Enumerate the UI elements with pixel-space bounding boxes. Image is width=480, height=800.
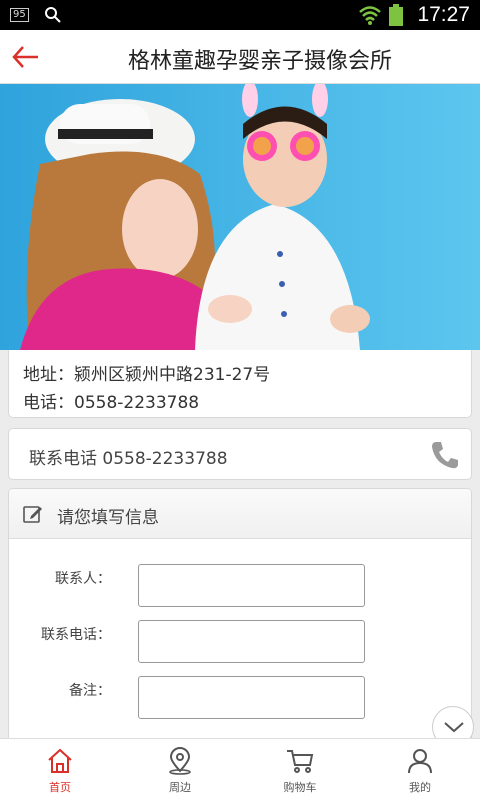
wifi-icon	[359, 6, 381, 25]
status-bar: 95 17:27	[0, 0, 480, 30]
user-icon	[408, 749, 432, 774]
notification-badge: 95	[10, 8, 29, 22]
contact-phone-input[interactable]	[138, 620, 365, 663]
call-phone-button[interactable]: 联系电话 0558-2233788	[8, 428, 472, 480]
contact-phone-label: 联系电话 0558-2233788	[29, 449, 228, 469]
tab-mine-label: 我的	[409, 781, 431, 794]
form-header: 请您填写信息	[9, 489, 471, 539]
battery-icon	[389, 4, 403, 26]
edit-icon	[23, 506, 42, 523]
banner-photo	[0, 84, 480, 350]
tab-cart[interactable]: 购物车	[240, 739, 360, 800]
phone-icon	[432, 442, 458, 469]
tab-nearby[interactable]: 周边	[120, 739, 240, 800]
cart-icon	[287, 750, 314, 773]
remarks-label: 备注：	[69, 683, 111, 699]
contact-phone-field-label: 联系电话：	[41, 627, 111, 643]
bottom-tab-bar: 首页 周边 购物车 我的	[0, 738, 480, 800]
banner-image	[0, 84, 480, 350]
form-title: 请您填写信息	[57, 508, 159, 528]
store-phone: 电话：0558-2233788	[23, 393, 200, 413]
info-form: 请您填写信息 联系人： 联系电话： 备注：	[8, 488, 472, 748]
remarks-input[interactable]	[138, 676, 365, 719]
store-address: 地址：颍州区颍州中路231-27号	[23, 365, 271, 385]
back-arrow-icon[interactable]	[10, 42, 42, 72]
store-info-card: 地址：颍州区颍州中路231-27号 电话：0558-2233788	[8, 350, 472, 418]
tab-home[interactable]: 首页	[0, 739, 120, 800]
title-bar: 格林童趣孕婴亲子摄像会所	[0, 30, 480, 84]
location-icon	[169, 747, 191, 775]
home-icon	[48, 748, 72, 773]
tab-nearby-label: 周边	[169, 781, 191, 794]
tab-cart-label: 购物车	[283, 781, 317, 794]
tab-mine[interactable]: 我的	[360, 739, 480, 800]
contact-name-input[interactable]	[138, 564, 365, 607]
page-title: 格林童趣孕婴亲子摄像会所	[127, 49, 392, 74]
tab-home-label: 首页	[49, 781, 71, 794]
chevron-down-icon	[444, 722, 464, 733]
search-icon	[45, 7, 61, 23]
status-time: 17:27	[417, 3, 470, 26]
contact-name-label: 联系人：	[55, 571, 111, 587]
